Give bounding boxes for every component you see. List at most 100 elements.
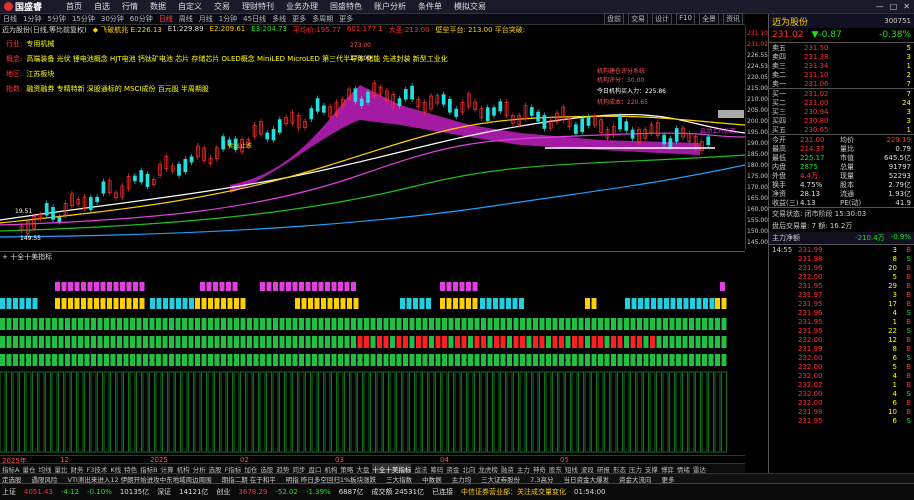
indicator-tab[interactable]: 均线 — [38, 464, 51, 473]
period-tab[interactable]: 更多 — [291, 14, 307, 24]
after-hours: 盘后交易量: 7 额: 16.2万 — [772, 222, 853, 230]
indicator-tab[interactable]: 策略 — [340, 464, 353, 473]
period-tab[interactable]: 日线 — [2, 14, 18, 24]
menu-item[interactable]: 模拟交易 — [454, 1, 486, 12]
period-tab[interactable]: 5分钟 — [46, 14, 66, 24]
news-item[interactable]: 更多 — [661, 474, 674, 483]
indicator-tab[interactable]: 研报 — [597, 464, 610, 473]
menu-item[interactable]: 国盛特色 — [330, 1, 362, 12]
indicator-tab[interactable]: 支撑 — [645, 464, 658, 473]
indicator-tab[interactable]: 指标B — [140, 464, 157, 473]
indicator-tab[interactable]: 指标A — [2, 464, 19, 473]
indicator-bar — [65, 354, 70, 366]
tool-tab[interactable]: 盘前 — [604, 13, 625, 25]
indicator-tab[interactable]: 形态 — [613, 464, 626, 473]
indicator-tab[interactable]: 龙虎榜 — [478, 464, 498, 473]
indicator-tab[interactable]: 主力 — [517, 464, 530, 473]
menu-item[interactable]: 自定义 — [178, 1, 202, 12]
indicator-tab[interactable]: 神奇 — [533, 464, 546, 473]
indicator-tab[interactable]: 资金 — [446, 464, 459, 473]
period-tab[interactable]: 多线 — [271, 14, 287, 24]
news-item[interactable]: 当日资金大爆发 — [563, 474, 609, 483]
indicator-tab[interactable]: 大盘 — [356, 464, 369, 473]
menu-item[interactable]: 条件单 — [418, 1, 442, 12]
menu-item[interactable]: 自选 — [94, 1, 110, 12]
indicator-tab[interactable]: 融资 — [501, 464, 514, 473]
indicator-tab[interactable]: 股东 — [549, 464, 562, 473]
indicator-tab[interactable]: 十全十美指标 — [372, 464, 412, 473]
news-item[interactable]: 7.3高分 — [530, 474, 553, 483]
indicator-tab[interactable]: 情绪 — [677, 464, 690, 473]
news-item[interactable]: 中数据 — [422, 474, 442, 483]
indicator-tab[interactable]: 量比 — [54, 464, 67, 473]
period-tab[interactable]: 15分钟 — [71, 14, 96, 24]
indicator-tab[interactable]: 选股 — [209, 464, 222, 473]
tool-tab[interactable]: 设计 — [652, 13, 673, 25]
period-tab[interactable]: 1分钟 — [22, 14, 42, 24]
news-item[interactable]: 遇限风险 — [32, 474, 58, 483]
indicator-tab[interactable]: 量仓 — [22, 464, 35, 473]
menu-item[interactable]: 数据 — [150, 1, 166, 12]
news-item[interactable]: 资金大流向 — [619, 474, 652, 483]
indicator-tab[interactable]: 计算 — [161, 464, 174, 473]
indicator-tab[interactable]: 短线 — [565, 464, 578, 473]
indicator-bar-outline — [571, 371, 578, 453]
indicator-tab[interactable]: 雷达 — [693, 464, 706, 473]
period-tab[interactable]: 多周期 — [311, 14, 334, 24]
indicator-tab[interactable]: 加仓 — [244, 464, 257, 473]
book-price: 230.65 — [804, 125, 829, 134]
indicator-tab[interactable]: 财务 — [70, 464, 83, 473]
indicator-tab[interactable]: 分析 — [193, 464, 206, 473]
tick-price: 231.95 — [798, 281, 823, 290]
price-axis: 231.10 231.02 226.55 224.53 220.05 215.00 210.… — [745, 25, 768, 250]
tool-tab[interactable]: 资讯 — [723, 13, 743, 25]
indicator-tab[interactable]: 机构 — [324, 464, 337, 473]
period-tab[interactable]: 更多 — [338, 14, 354, 24]
news-item[interactable]: 主力均 — [452, 474, 472, 483]
tool-tab[interactable]: 交易 — [628, 13, 649, 25]
period-tab[interactable]: 月线 — [198, 14, 214, 24]
indicator-tab[interactable]: 博弈 — [661, 464, 674, 473]
period-tab[interactable]: 30分钟 — [100, 14, 125, 24]
y-tick-label: 180.00 — [747, 162, 768, 169]
indicator-tab[interactable]: 波段 — [581, 464, 594, 473]
menu-item[interactable]: 理财特刊 — [242, 1, 274, 12]
news-item[interactable]: 期指二期 在于和平 — [222, 474, 276, 483]
indicator-tab[interactable]: 特色 — [124, 464, 137, 473]
indicator-tab[interactable]: 北向 — [462, 464, 475, 473]
indicator-tab[interactable]: 压力 — [629, 464, 642, 473]
news-item[interactable]: 三大证券股份 — [481, 474, 520, 483]
minimize-icon[interactable]: — — [876, 2, 884, 11]
news-item[interactable]: 定选股 — [2, 474, 22, 483]
menu-item[interactable]: 账户分析 — [374, 1, 406, 12]
indicator-tab[interactable]: F3技术 — [86, 464, 107, 473]
indicator-tab[interactable]: 盘口 — [308, 464, 321, 473]
indicator-tab[interactable]: 同步 — [292, 464, 305, 473]
menu-item[interactable]: 交易 — [214, 1, 230, 12]
indicator-tab[interactable]: K线 — [110, 464, 121, 473]
indicator-bar-outline — [84, 371, 90, 453]
close-icon[interactable]: ✕ — [903, 2, 910, 11]
news-item[interactable]: 三大指数 — [386, 474, 412, 483]
indicator-tab[interactable]: 筹码 — [430, 464, 443, 473]
indicator-tab[interactable]: 机构 — [177, 464, 190, 473]
news-item[interactable]: 明指 昨日多空回归1%板块涨跌 — [286, 474, 376, 483]
period-tab[interactable]: 60分钟 — [129, 14, 154, 24]
news-item[interactable]: VTI测出来进入12 伊朗开始进攻中东地域周边周围 — [68, 474, 212, 483]
indicator-bar — [260, 354, 265, 366]
period-tab[interactable]: 1分钟 — [218, 14, 238, 24]
menu-item[interactable]: 首页 — [66, 1, 82, 12]
indicator-tab[interactable]: 选股 — [260, 464, 273, 473]
maximize-icon[interactable]: □ — [890, 2, 898, 11]
indicator-tab[interactable]: 趋势 — [276, 464, 289, 473]
menu-item[interactable]: 业务办理 — [286, 1, 318, 12]
period-tab[interactable]: 周线 — [178, 14, 194, 24]
indicator-tab[interactable]: 战法 — [414, 464, 427, 473]
tool-tab[interactable]: F10 — [676, 13, 695, 25]
indicator-tab[interactable]: F指标 — [225, 464, 242, 473]
tool-tab[interactable]: 全景 — [699, 13, 719, 25]
period-tab[interactable]: 日线 — [158, 14, 174, 24]
indicator-chart[interactable] — [0, 260, 745, 455]
period-tab[interactable]: 45日线 — [242, 14, 267, 24]
menu-item[interactable]: 行情 — [122, 1, 138, 12]
